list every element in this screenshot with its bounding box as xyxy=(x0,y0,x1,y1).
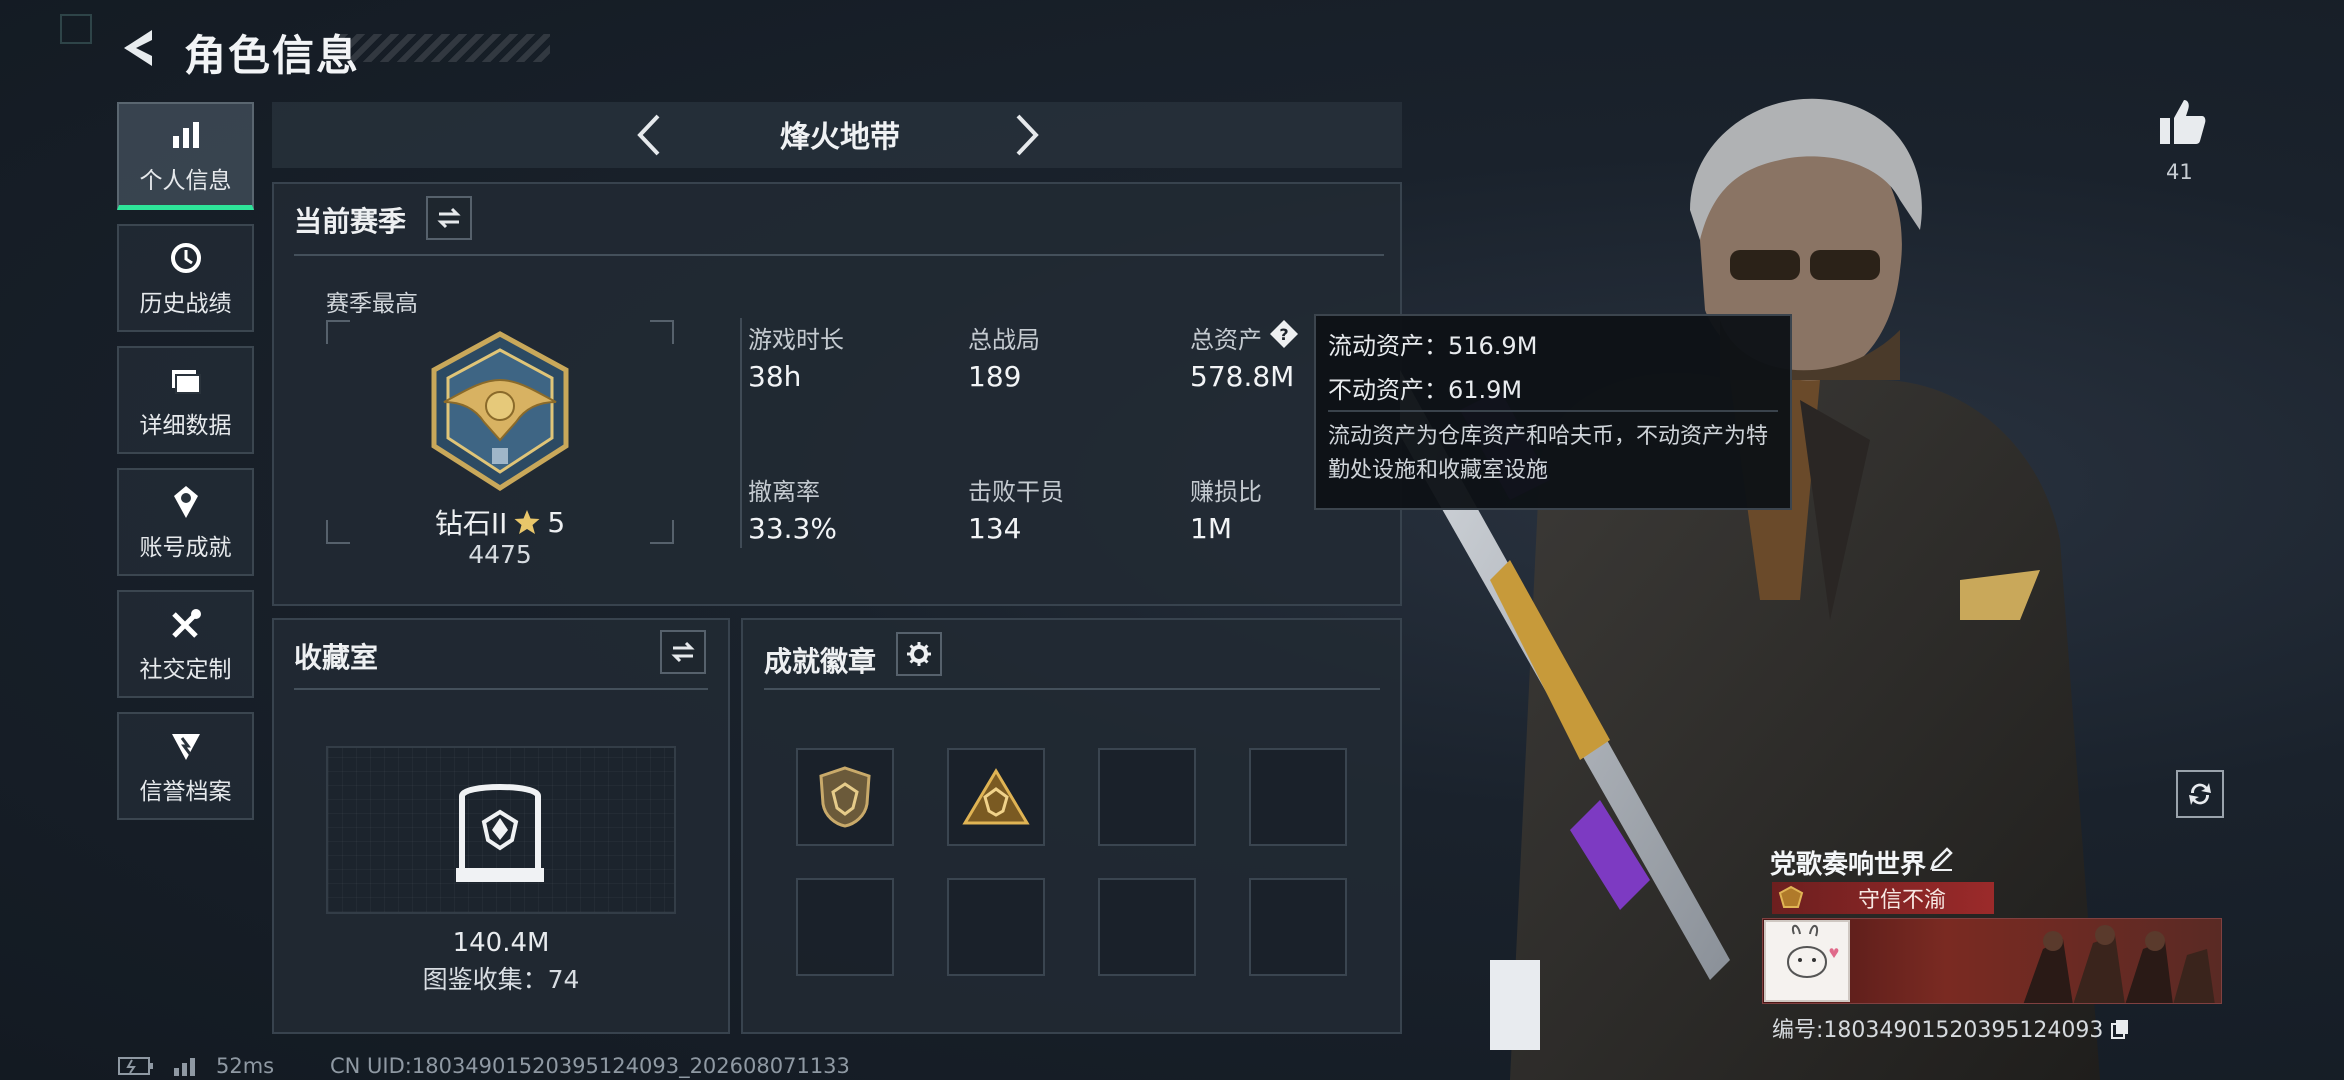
tools-icon xyxy=(166,604,206,644)
title-emblem-icon xyxy=(1778,885,1804,908)
achievement-badge-slot-empty[interactable] xyxy=(947,878,1045,976)
swap-icon xyxy=(671,641,695,663)
sidebar-item-label: 历史战绩 xyxy=(139,291,232,317)
corner-decoration xyxy=(60,14,92,44)
sidebar-item-social[interactable]: 社交定制 xyxy=(117,590,254,698)
shield-badge-icon xyxy=(819,766,871,828)
sidebar-item-label: 个人信息 xyxy=(139,167,232,194)
bar-chart-icon xyxy=(166,115,206,155)
stat-value-profit-ratio: 1M xyxy=(1190,512,1232,545)
copy-icon[interactable] xyxy=(2110,1018,2130,1040)
frame-corner xyxy=(326,320,350,344)
achievement-section-title: 成就徽章 xyxy=(764,645,877,678)
stat-label-playtime: 游戏时长 xyxy=(748,326,844,354)
back-button[interactable] xyxy=(112,22,164,74)
collection-cabinet-icon xyxy=(456,784,544,882)
collection-section-title: 收藏室 xyxy=(294,641,379,674)
refresh-character-button[interactable] xyxy=(2176,770,2224,818)
svg-text:?: ? xyxy=(1279,325,1288,344)
frame-corner xyxy=(650,320,674,344)
tooltip-divider xyxy=(1328,410,1778,412)
achievement-badge-slot[interactable] xyxy=(947,748,1045,846)
player-id-text: 编号:1803490152039512409​3 xyxy=(1772,1018,2104,1043)
help-icon[interactable]: ? xyxy=(1268,318,1300,350)
achievement-badge-slot-empty[interactable] xyxy=(1249,878,1347,976)
player-name: 党歌奏响世界 xyxy=(1770,850,1927,880)
prev-mode-button[interactable] xyxy=(630,110,670,160)
achievement-badge-slot-empty[interactable] xyxy=(1098,748,1196,846)
sidebar-item-profile[interactable]: 个人信息 xyxy=(117,102,254,210)
achievement-badge-slot-empty[interactable] xyxy=(796,878,894,976)
rank-stars: 5 xyxy=(547,505,566,539)
tooltip-liquid-assets: 流动资产：516.9M xyxy=(1328,332,1538,360)
achievement-badge-slot-empty[interactable] xyxy=(1098,878,1196,976)
switch-collection-button[interactable] xyxy=(660,630,706,674)
stat-label-kills: 击败干员 xyxy=(968,478,1064,506)
stat-value-total-assets: 578.8M xyxy=(1190,360,1295,393)
tooltip-fixed-assets: 不动资产：61.9M xyxy=(1328,376,1523,404)
diamond-rank-emblem-icon xyxy=(431,331,569,491)
sidebar-item-achievements[interactable]: 账号成就 xyxy=(117,468,254,576)
sidebar-item-label: 账号成就 xyxy=(139,535,232,561)
next-mode-button[interactable] xyxy=(1006,110,1046,160)
collection-catalog: 图鉴收集：74 xyxy=(422,965,580,994)
switch-season-button[interactable] xyxy=(426,196,472,240)
triangle-badge-icon xyxy=(962,768,1030,825)
rank-name-row: 钻石II 5 xyxy=(430,502,570,542)
sidebar-item-history[interactable]: 历史战绩 xyxy=(117,224,254,332)
frame-corner xyxy=(326,520,350,544)
stat-value-kills: 134 xyxy=(968,512,1022,545)
stat-value-extract-rate: 33.3% xyxy=(748,512,837,545)
page-title: 角色信息 xyxy=(184,31,361,80)
swap-icon xyxy=(437,207,461,229)
stats-divider xyxy=(740,318,742,548)
achievement-icon xyxy=(166,482,206,522)
stat-label-extract-rate: 撤离率 xyxy=(748,478,820,506)
sidebar-item-label: 详细数据 xyxy=(139,413,232,439)
edit-name-icon[interactable] xyxy=(1928,844,1956,872)
frame-corner xyxy=(650,520,674,544)
player-title-badge: 守信不渝 xyxy=(1772,882,1994,914)
player-title-text: 守信不渝 xyxy=(1858,888,1947,913)
stat-value-matches: 189 xyxy=(968,360,1022,393)
refresh-icon xyxy=(2189,783,2211,805)
season-divider xyxy=(294,254,1384,256)
player-avatar[interactable] xyxy=(1764,920,1850,1002)
sidebar-item-reputation[interactable]: 信誉档案 xyxy=(117,712,254,820)
collection-value: 140.4M xyxy=(452,928,550,958)
folder-icon xyxy=(166,360,206,400)
mode-title: 烽火地带 xyxy=(780,120,900,155)
stat-label-total-assets: 总资产 xyxy=(1190,326,1262,354)
season-section-title: 当前赛季 xyxy=(294,205,407,238)
like-count: 41 xyxy=(2166,160,2193,184)
title-stripe-decoration xyxy=(340,34,550,62)
signal-icon xyxy=(174,1058,195,1076)
achievement-divider xyxy=(764,688,1380,690)
bunny-avatar-icon xyxy=(1786,924,1839,978)
battery-icon xyxy=(118,1057,153,1075)
achievement-badge-slot-empty[interactable] xyxy=(1249,748,1347,846)
star-icon xyxy=(514,510,540,534)
collection-divider xyxy=(294,688,708,690)
sidebar-item-label: 信誉档案 xyxy=(139,779,232,805)
stat-label-profit-ratio: 赚损比 xyxy=(1190,478,1262,506)
uid-text: CN UID:1803490152039512409​3_20260807113… xyxy=(330,1054,850,1078)
thumbs-up-icon[interactable] xyxy=(2156,96,2208,148)
sidebar-item-label: 社交定制 xyxy=(139,657,232,683)
sidebar-item-details[interactable]: 详细数据 xyxy=(117,346,254,454)
history-icon xyxy=(166,238,206,278)
achievement-badge-slot[interactable] xyxy=(796,748,894,846)
achievement-settings-button[interactable] xyxy=(896,632,942,676)
season-best-label: 赛季最高 xyxy=(326,291,418,317)
tooltip-description: 流动资产为仓库资产和哈夫币，不动资产为特勤处设施和收藏室设施 xyxy=(1328,424,1769,483)
gear-icon xyxy=(907,642,931,666)
ping-text: 52ms xyxy=(216,1054,275,1078)
player-id: 编号:1803490152039512409​3 xyxy=(1772,1012,2130,1044)
reputation-icon xyxy=(166,726,206,766)
rank-score: 4475 xyxy=(468,540,532,569)
stat-label-matches: 总战局 xyxy=(968,326,1040,354)
asset-tooltip: 流动资产：516.9M 不动资产：61.9M 流动资产为仓库资产和哈夫币，不动资… xyxy=(1314,314,1792,510)
stat-value-playtime: 38h xyxy=(748,360,802,393)
rank-name: 钻石II xyxy=(434,507,508,540)
